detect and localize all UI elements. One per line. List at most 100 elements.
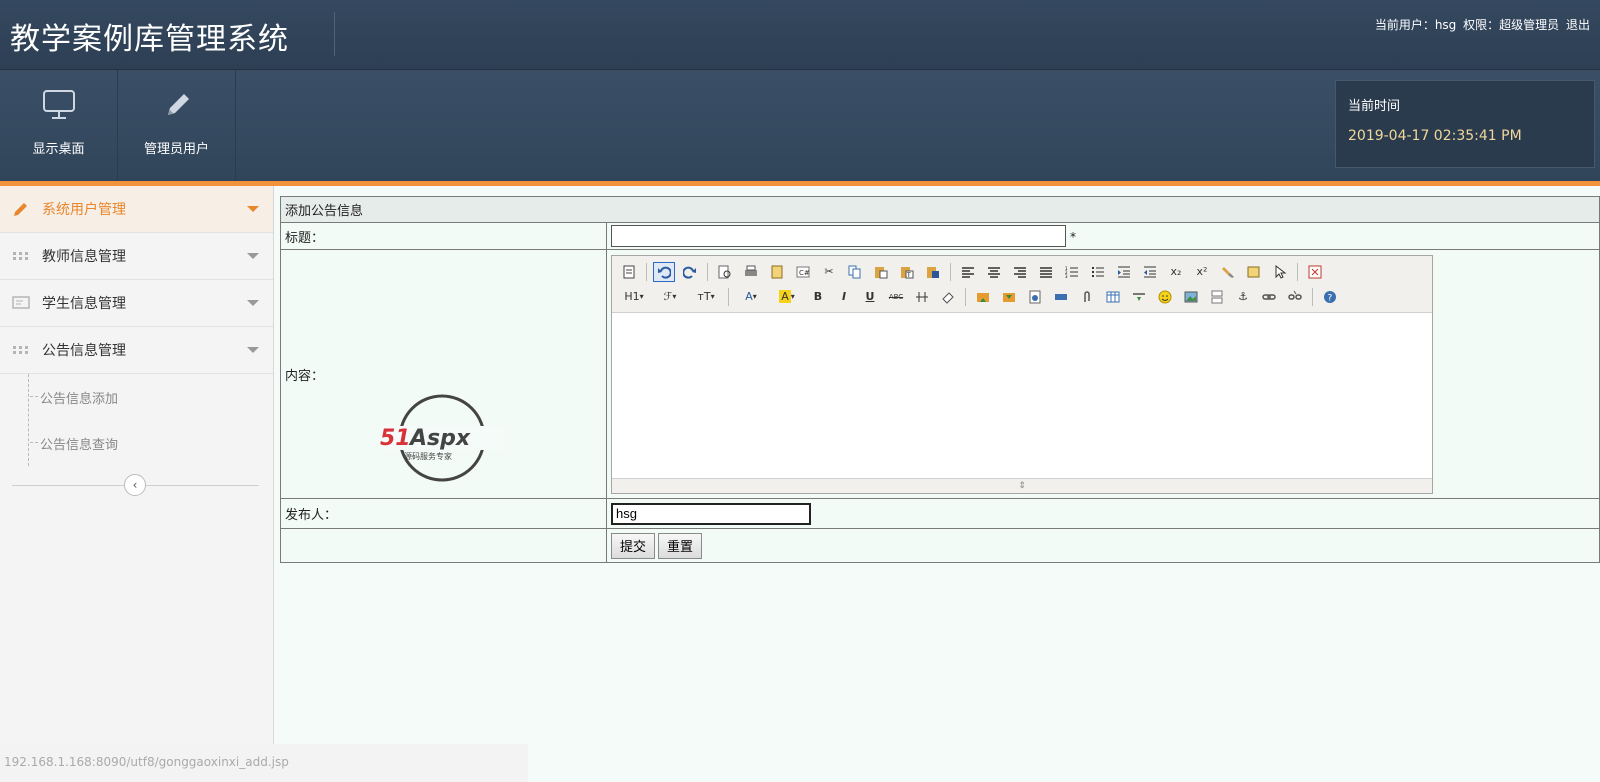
sidebar-item-announcements[interactable]: 公告信息管理 [0,327,273,374]
page-break-icon[interactable] [1206,287,1228,307]
nav-bar: 显示桌面 管理员用户 当前时间 2019-04-17 02:35:41 PM [0,70,1600,181]
horizontal-rule-icon[interactable] [911,287,933,307]
sidebar-item-students[interactable]: 学生信息管理 [0,280,273,327]
clear-format-icon[interactable] [1217,262,1239,282]
title-cell: * [606,222,1600,250]
submenu-dash [30,396,38,397]
chevron-down-icon [247,347,259,353]
current-user-text: 当前用户：hsg [1374,18,1457,32]
fullscreen-icon[interactable] [1304,262,1326,282]
copy-icon[interactable] [844,262,866,282]
sidebar-item-label: 公告信息管理 [42,343,126,359]
heading-select-label: H1 [624,290,640,303]
strikethrough-icon[interactable]: ABC [885,287,907,307]
nav-label-admin-user: 管理员用户 [143,142,209,157]
announcement-form: 添加公告信息 标题： * 内容： C# ✂ T 1 2 3 x₂ x² H1 ▾… [280,196,1600,563]
superscript-icon[interactable]: x² [1191,262,1213,282]
insert-table-icon[interactable] [1102,287,1124,307]
toolbar-row-1: C# ✂ T 123 x₂ x² [618,259,1426,284]
toolbar-separator [950,262,951,281]
nav-item-desktop[interactable]: 显示桌面 [0,70,118,181]
source-code-icon[interactable] [618,262,640,282]
align-left-icon[interactable] [957,262,979,282]
insert-media-icon[interactable] [1050,287,1072,307]
toolbar-separator [1312,287,1313,306]
submenu-item-add-announcement[interactable]: 公告信息添加 [0,374,273,420]
preview-icon[interactable] [714,262,736,282]
underline-icon[interactable]: U [859,287,881,307]
actions-cell: 提交 重置 [606,528,1600,563]
submit-button[interactable]: 提交 [611,532,656,559]
bold-icon[interactable]: B [807,287,829,307]
anchor-icon[interactable]: ⚓ [1232,287,1254,307]
editor-toolbar: C# ✂ T 123 x₂ x² H1 ▾ ℱ ▾ ᴛT ▾ A ▾ A ▾ B… [612,256,1432,313]
chevron-down-icon [247,206,259,212]
outdent-icon[interactable] [1139,262,1161,282]
collapse-sidebar-button[interactable]: ‹ [124,474,146,496]
chevron-down-icon [247,300,259,306]
svg-text:T: T [906,272,911,279]
select-all-icon[interactable] [1243,262,1265,282]
publisher-label: 发布人： [280,498,607,529]
align-right-icon[interactable] [1009,262,1031,282]
heading-select[interactable]: H1 ▾ [618,287,650,307]
image-icon[interactable] [1180,287,1202,307]
ordered-list-icon[interactable]: 123 [1061,262,1083,282]
font-color-icon[interactable]: A ▾ [735,287,767,307]
paste-text-icon[interactable]: T [896,262,918,282]
toolbar-row-2: H1 ▾ ℱ ▾ ᴛT ▾ A ▾ A ▾ B I U ABC ⚓ ? [618,284,1426,309]
title-divider [334,12,335,56]
link-icon[interactable] [1258,287,1280,307]
sidebar-item-system-users[interactable]: 系统用户管理 [0,186,273,233]
undo-icon[interactable] [653,261,675,282]
nav-item-admin-user[interactable]: 管理员用户 [118,70,236,181]
cut-icon[interactable]: ✂ [818,262,840,282]
submenu-item-query-announcement[interactable]: 公告信息查询 [0,420,273,466]
print-icon[interactable] [740,262,762,282]
editor-content-area[interactable] [612,313,1432,476]
template-icon[interactable] [766,262,788,282]
help-icon[interactable]: ? [1319,287,1341,307]
italic-icon[interactable]: I [833,287,855,307]
insert-row-icon[interactable] [1128,287,1150,307]
subscript-icon[interactable]: x₂ [1165,262,1187,282]
sidebar-collapse-row: ‹ [0,470,273,510]
pencil-icon [118,88,235,124]
align-center-icon[interactable] [983,262,1005,282]
editor-resize-handle[interactable]: ⇕ [612,478,1432,493]
chevron-down-icon [247,253,259,259]
insert-image-above-icon[interactable] [972,287,994,307]
code-icon[interactable]: C# [792,262,814,282]
permission-text: 权限：超级管理员 [1463,18,1560,32]
sidebar-item-teachers[interactable]: 教师信息管理 [0,233,273,280]
eraser-icon[interactable] [937,287,959,307]
font-family-icon[interactable]: ℱ ▾ [654,287,686,307]
pencil-icon [10,201,32,217]
screen-icon [10,295,32,311]
unordered-list-icon[interactable] [1087,262,1109,282]
reset-button[interactable]: 重置 [658,532,703,559]
emoticon-icon[interactable] [1154,287,1176,307]
redo-icon[interactable] [679,262,701,282]
paste-icon[interactable] [870,262,892,282]
publisher-input[interactable] [611,502,811,525]
indent-icon[interactable] [1113,262,1135,282]
paste-word-icon[interactable] [922,262,944,282]
align-justify-icon[interactable] [1035,262,1057,282]
sidebar: 系统用户管理 教师信息管理 学生信息管理 公告信息管理 公告信息添加 公告信息查… [0,186,274,782]
logout-link[interactable]: 退出 [1566,18,1590,32]
watermark-logo: 51 Aspx 源码服务专家 [380,392,504,488]
announcement-submenu: 公告信息添加 公告信息查询 [0,374,273,470]
publisher-cell [606,498,1600,529]
sidebar-item-label: 学生信息管理 [42,296,126,312]
cursor-icon[interactable] [1269,262,1291,282]
title-input[interactable] [611,225,1066,247]
insert-flash-icon[interactable] [1024,287,1046,307]
attachment-icon[interactable] [1076,287,1098,307]
font-size-label: ᴛT [697,290,711,303]
current-time-value: 2019-04-17 02:35:41 PM [1348,128,1522,144]
font-size-icon[interactable]: ᴛT ▾ [690,287,722,307]
insert-image-below-icon[interactable] [998,287,1020,307]
unlink-icon[interactable] [1284,287,1306,307]
highlight-color-icon[interactable]: A ▾ [771,287,803,307]
